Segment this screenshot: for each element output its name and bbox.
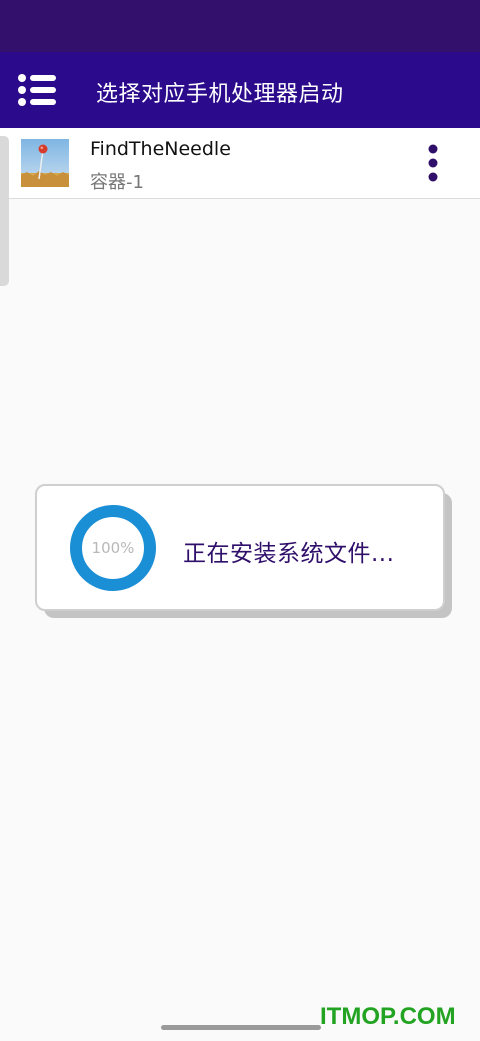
install-message: 正在安装系统文件... (183, 541, 395, 567)
status-bar (0, 0, 480, 52)
app-bar: 选择对应手机处理器启动 (0, 52, 480, 128)
needle-field-thumbnail (21, 139, 69, 187)
watermark: ITMOP.COM (320, 1003, 456, 1030)
more-options-button[interactable] (414, 142, 452, 184)
edge-drawer-handle[interactable] (0, 136, 9, 286)
more-vert-icon (428, 144, 438, 182)
app-list-item[interactable]: FindTheNeedle 容器-1 (0, 128, 480, 199)
home-indicator[interactable] (161, 1025, 321, 1030)
app-bar-title: 选择对应手机处理器启动 (96, 82, 344, 107)
menu-list-icon (18, 74, 56, 106)
progress-percent: 100% (91, 539, 135, 557)
install-progress-dialog: 100% 正在安装系统文件... (35, 484, 445, 611)
container-label: 容器-1 (90, 172, 144, 193)
menu-button[interactable] (16, 72, 58, 108)
app-name: FindTheNeedle (90, 138, 231, 160)
